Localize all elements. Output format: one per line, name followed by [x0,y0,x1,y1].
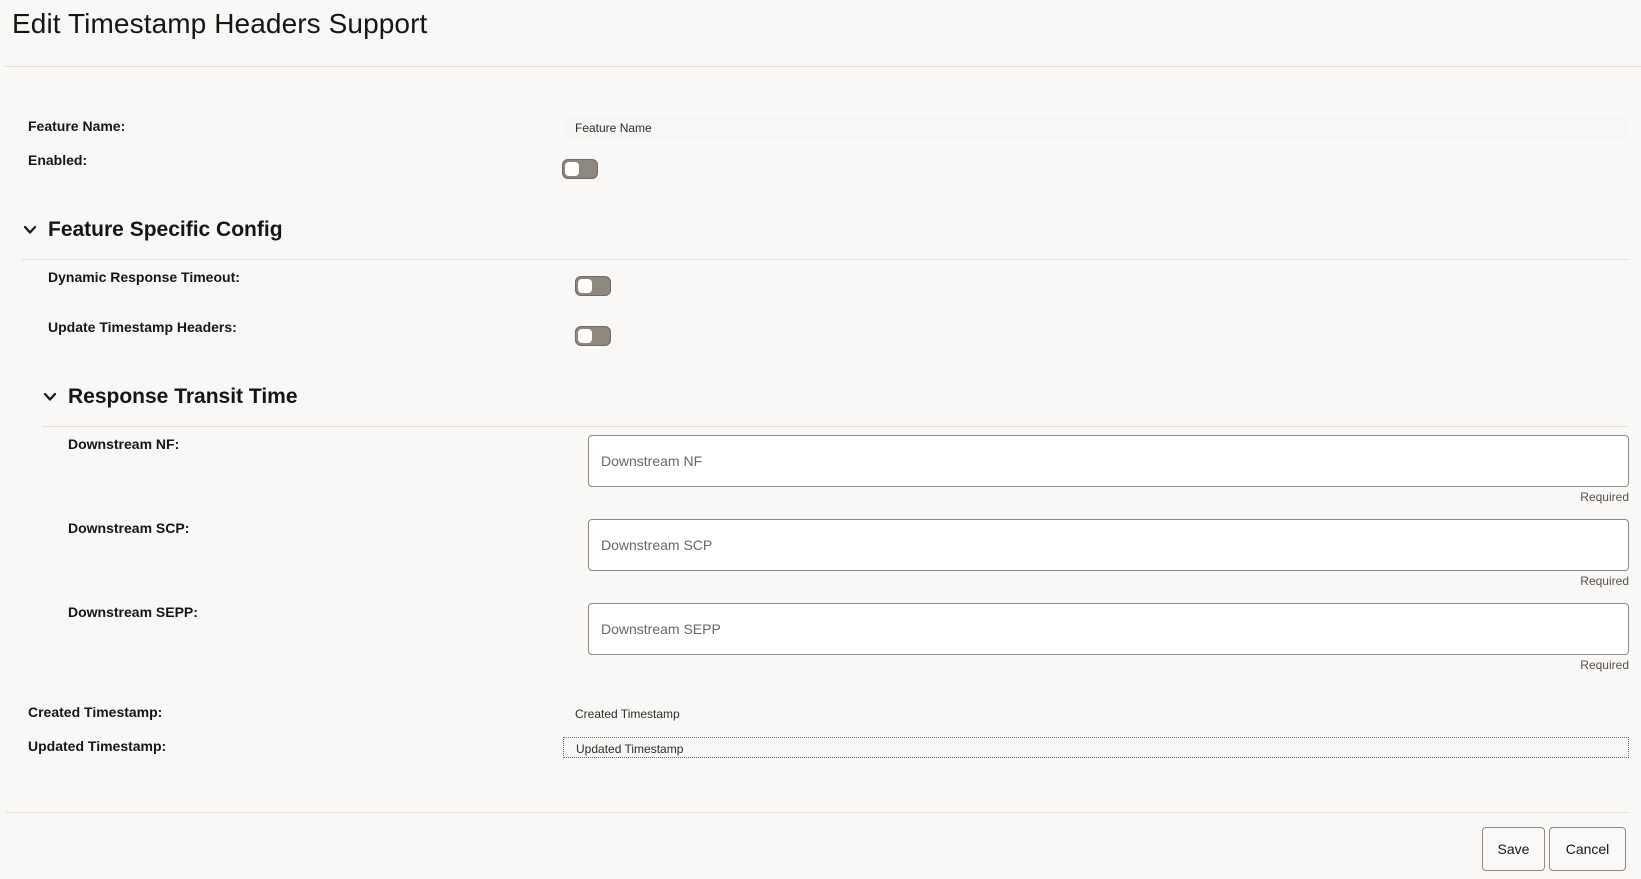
save-button[interactable]: Save [1482,827,1545,871]
cancel-button[interactable]: Cancel [1549,827,1626,871]
downstream-nf-input[interactable] [588,435,1629,487]
toggle-knob [565,162,579,176]
toggle-knob [578,279,592,293]
dynamic-response-timeout-toggle[interactable] [575,276,611,296]
feature-specific-config-header[interactable]: Feature Specific Config [22,218,283,242]
downstream-nf-required-hint: Required [1580,490,1629,504]
feature-name-label: Feature Name: [28,118,126,134]
downstream-sepp-required-hint: Required [1580,658,1629,672]
section-title: Response Transit Time [68,385,298,408]
updated-timestamp-label: Updated Timestamp: [28,738,167,754]
page-title: Edit Timestamp Headers Support [12,8,428,39]
edit-dialog: Edit Timestamp Headers Support Feature N… [0,0,1641,879]
created-timestamp-label: Created Timestamp: [28,704,163,720]
update-timestamp-headers-toggle[interactable] [575,326,611,346]
footer-divider [6,812,1629,813]
enabled-label: Enabled: [28,152,88,168]
feature-specific-divider [22,259,1629,260]
chevron-down-icon [43,392,57,401]
enabled-toggle[interactable] [562,159,598,179]
update-timestamp-headers-label: Update Timestamp Headers: [48,319,237,335]
title-divider [4,66,1641,67]
downstream-sepp-label: Downstream SEPP: [68,604,198,620]
response-transit-time-divider [42,426,1629,427]
downstream-nf-label: Downstream NF: [68,436,180,452]
downstream-sepp-input[interactable] [588,603,1629,655]
downstream-scp-required-hint: Required [1580,574,1629,588]
updated-timestamp-value: Updated Timestamp [563,737,1629,758]
section-title: Feature Specific Config [48,218,283,241]
feature-name-value: Feature Name [563,117,1629,139]
response-transit-time-header[interactable]: Response Transit Time [42,385,298,409]
created-timestamp-value: Created Timestamp [575,707,680,721]
downstream-scp-label: Downstream SCP: [68,520,190,536]
dynamic-response-timeout-label: Dynamic Response Timeout: [48,269,240,285]
chevron-down-icon [23,225,37,234]
toggle-knob [578,329,592,343]
downstream-scp-input[interactable] [588,519,1629,571]
